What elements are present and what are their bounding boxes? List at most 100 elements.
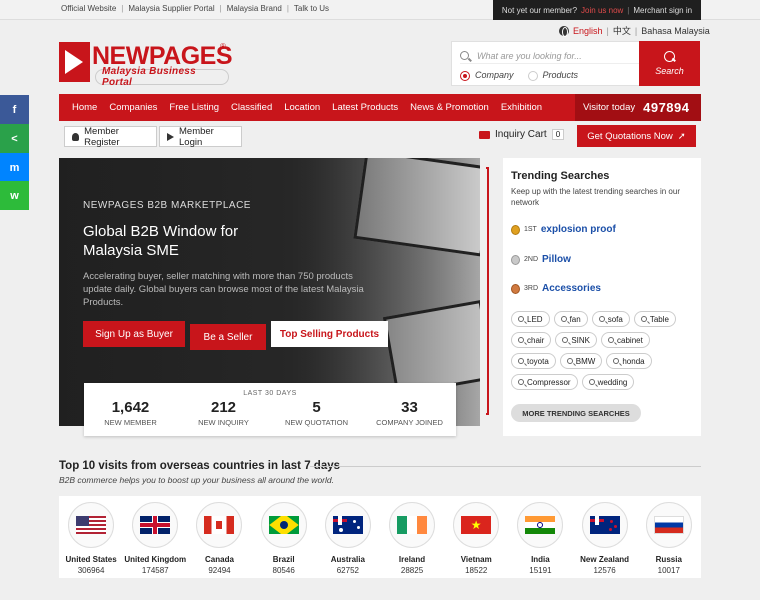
messenger-share-button[interactable]: m bbox=[0, 153, 29, 182]
country-item[interactable]: ★ Vietnam 18522 bbox=[444, 496, 508, 578]
stat-label: NEW INQUIRY bbox=[198, 418, 249, 427]
share-button[interactable]: < bbox=[0, 124, 29, 153]
trending-tag[interactable]: chair bbox=[511, 332, 552, 348]
search-icon bbox=[518, 358, 524, 364]
talk-to-us-link[interactable]: Talk to Us bbox=[294, 4, 329, 13]
trending-tag[interactable]: fan bbox=[553, 311, 588, 327]
tag-label: chair bbox=[527, 335, 545, 345]
trending-tag[interactable]: SINK bbox=[555, 332, 598, 348]
flag-circle bbox=[517, 502, 564, 548]
member-prompt: Not yet our member? bbox=[501, 5, 578, 15]
search-placeholder: What are you looking for... bbox=[477, 50, 582, 61]
trending-tag[interactable]: Compressor bbox=[511, 374, 578, 390]
nav-home[interactable]: Home bbox=[59, 102, 103, 113]
tag-label: SINK bbox=[571, 335, 591, 345]
country-name: New Zealand bbox=[580, 555, 630, 564]
visitor-label: Visitor today bbox=[583, 102, 636, 113]
top10-title: Top 10 visits from overseas countries in… bbox=[59, 460, 341, 472]
trending-tag[interactable]: wedding bbox=[581, 374, 635, 390]
country-item[interactable]: Australia 62752 bbox=[316, 496, 380, 578]
nav-news-promotion[interactable]: News & Promotion bbox=[404, 102, 495, 113]
country-item[interactable]: Russia 10017 bbox=[637, 496, 701, 578]
search-input[interactable]: What are you looking for... bbox=[460, 48, 640, 64]
join-link[interactable]: Join us now bbox=[581, 6, 623, 15]
search-icon bbox=[518, 337, 524, 343]
member-box: Not yet our member? Join us now | Mercha… bbox=[493, 0, 701, 20]
canada-flag-icon bbox=[204, 516, 235, 534]
country-item[interactable]: United Kingdom 174587 bbox=[123, 496, 187, 578]
flag-circle bbox=[645, 502, 692, 548]
lang-malay[interactable]: Bahasa Malaysia bbox=[641, 26, 710, 36]
cart-count-badge: 0 bbox=[551, 129, 565, 140]
radio-company[interactable]: Company bbox=[460, 70, 514, 81]
separator: | bbox=[286, 4, 289, 13]
search-type: Company Products bbox=[460, 70, 578, 81]
separator: | bbox=[634, 25, 638, 36]
country-item[interactable]: United States 306964 bbox=[59, 496, 123, 578]
trending-tag[interactable]: honda bbox=[606, 353, 652, 369]
us-flag-icon bbox=[76, 516, 106, 534]
trending-tag[interactable]: BMW bbox=[559, 353, 603, 369]
merchant-signin-link[interactable]: Merchant sign in bbox=[633, 6, 692, 15]
stat-value: 212 bbox=[210, 399, 237, 416]
country-name: Australia bbox=[330, 555, 365, 564]
stats-period: LAST 30 DAYS bbox=[243, 390, 297, 397]
trending-tag[interactable]: toyota bbox=[511, 353, 556, 369]
country-count: 80546 bbox=[272, 566, 295, 575]
country-item[interactable]: Brazil 80546 bbox=[252, 496, 316, 578]
nav-companies[interactable]: Companies bbox=[103, 102, 163, 113]
search-button[interactable]: Search bbox=[639, 41, 700, 86]
stat-new-inquiry: 212 NEW INQUIRY bbox=[177, 399, 270, 427]
country-item[interactable]: Canada 92494 bbox=[187, 496, 251, 578]
trending-term-link[interactable]: Pillow bbox=[542, 254, 571, 265]
trending-term-link[interactable]: Accessories bbox=[542, 283, 601, 294]
inquiry-cart-link[interactable]: Inquiry Cart 0 bbox=[479, 129, 565, 140]
trending-tag[interactable]: Table bbox=[633, 311, 676, 327]
radio-company-label: Company bbox=[475, 70, 514, 80]
trending-term-link[interactable]: explosion proof bbox=[541, 224, 616, 235]
stat-label: NEW MEMBER bbox=[104, 418, 157, 427]
paper-plane-icon: ➚ bbox=[677, 130, 686, 142]
trending-tag[interactable]: sofa bbox=[591, 311, 630, 327]
nav-classified[interactable]: Classified bbox=[225, 102, 278, 113]
trending-tag[interactable]: cabinet bbox=[601, 332, 650, 348]
lang-english[interactable]: English bbox=[573, 26, 603, 36]
top-selling-button[interactable]: Top Selling Products bbox=[271, 321, 388, 347]
separator: | bbox=[606, 25, 609, 36]
more-trending-button[interactable]: MORE TRENDING SEARCHES bbox=[511, 404, 641, 422]
nav-latest-products[interactable]: Latest Products bbox=[326, 102, 404, 113]
radio-products[interactable]: Products bbox=[527, 70, 578, 81]
trending-tag[interactable]: LED bbox=[511, 311, 550, 327]
member-login-button[interactable]: Member Login bbox=[159, 125, 242, 148]
country-item[interactable]: New Zealand 12576 bbox=[573, 496, 637, 578]
user-icon bbox=[72, 132, 80, 141]
country-item[interactable]: Ireland 28825 bbox=[380, 496, 444, 578]
nav-free-listing[interactable]: Free Listing bbox=[163, 102, 225, 113]
malaysia-brand-link[interactable]: Malaysia Brand bbox=[227, 4, 282, 13]
radio-unselected-icon bbox=[527, 70, 538, 81]
official-website-link[interactable]: Official Website bbox=[61, 4, 116, 13]
be-seller-button[interactable]: Be a Seller bbox=[190, 324, 266, 350]
country-name: Canada bbox=[205, 555, 234, 564]
russia-flag-icon bbox=[653, 516, 684, 534]
country-count: 174587 bbox=[141, 566, 169, 575]
lang-chinese[interactable]: 中文 bbox=[613, 24, 631, 37]
nav-exhibition[interactable]: Exhibition bbox=[495, 102, 548, 113]
facebook-share-button[interactable]: f bbox=[0, 95, 29, 124]
country-count: 10017 bbox=[657, 566, 680, 575]
get-quotations-button[interactable]: Get Quotations Now ➚ bbox=[577, 125, 696, 147]
nav-location[interactable]: Location bbox=[278, 102, 326, 113]
member-login-label: Member Login bbox=[179, 125, 214, 148]
trending-panel: Trending Searches Keep up with the lates… bbox=[503, 158, 701, 436]
country-name: United Kingdom bbox=[124, 555, 187, 564]
top-bar: Official Website | Malaysia Supplier Port… bbox=[0, 0, 760, 20]
country-item[interactable]: India 15191 bbox=[508, 496, 572, 578]
site-logo[interactable]: NEWPAGES ® Malaysia Business Portal bbox=[59, 42, 233, 88]
sign-up-buyer-button[interactable]: Sign Up as Buyer bbox=[83, 321, 185, 347]
search-icon bbox=[640, 316, 647, 322]
member-register-button[interactable]: Member Register bbox=[64, 126, 157, 148]
search-icon bbox=[598, 316, 605, 322]
supplier-portal-link[interactable]: Malaysia Supplier Portal bbox=[128, 4, 214, 13]
flag-circle bbox=[324, 502, 371, 548]
wechat-share-button[interactable]: w bbox=[0, 181, 29, 210]
